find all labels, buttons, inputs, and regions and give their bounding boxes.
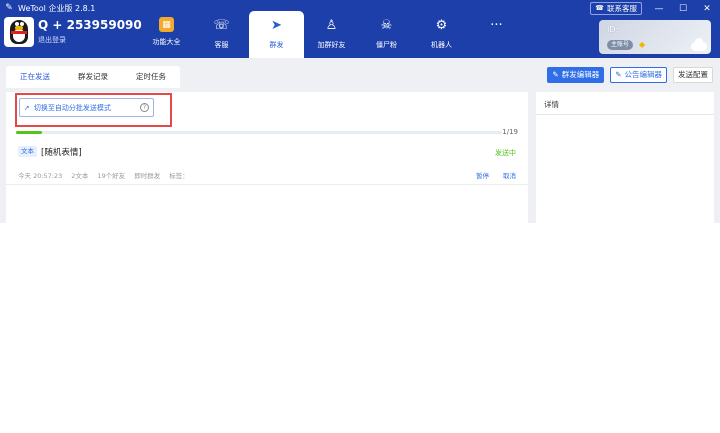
headset-icon: ☎: [595, 4, 604, 12]
detail-panel: 详情: [536, 92, 714, 223]
robot-icon: ⚙: [435, 18, 448, 33]
tab-bar: 正在发送 群发记录 定时任务: [6, 66, 180, 88]
account-name: Q + 253959090: [38, 18, 142, 32]
divider: [536, 114, 714, 115]
nav-item-mass-send[interactable]: ➤ 群发: [249, 11, 304, 58]
contact-support-button[interactable]: ☎ 联系客服: [590, 2, 642, 15]
nav-item-robot[interactable]: ⚙ 机器人: [414, 11, 469, 58]
edit-icon: ✎: [552, 70, 559, 79]
title-bar: ✎ WeTool 企业版 2.8.1: [4, 2, 95, 14]
meta-text-count: 2文本: [71, 172, 89, 180]
paper-plane-icon: ➤: [271, 18, 282, 33]
main-account-badge: 主账号: [607, 40, 634, 50]
wrench-icon: ✎: [5, 3, 13, 13]
detail-title: 详情: [544, 100, 559, 109]
content-area: 正在发送 群发记录 定时任务 ✎ 群发编辑器 ✎ 公告编辑器 发送配置 ➚ 切换…: [0, 58, 720, 223]
task-operations: 暂停 取消: [476, 170, 516, 180]
progress-text: 1/19: [502, 128, 518, 136]
id-label: ID:: [607, 25, 619, 34]
switch-batch-mode-button[interactable]: ➚ 切换至自动分批发送模式 ?: [19, 98, 154, 117]
nav-item-more[interactable]: ···: [469, 11, 524, 58]
sending-panel: ➚ 切换至自动分批发送模式 ? 1/19 文本 [随机表情] 发送中 今天 20…: [6, 92, 528, 223]
tab-scheduled-tasks[interactable]: 定时任务: [122, 66, 180, 88]
progress-bar: [16, 131, 502, 134]
message-meta: 今天 20:57:23 2文本 19个好友 即时群发 标签：: [18, 170, 189, 180]
send-config-button[interactable]: 发送配置: [673, 67, 713, 83]
skull-icon: ☠: [380, 18, 393, 33]
account-id-card: ID: 主账号 ◆: [599, 20, 711, 54]
close-button[interactable]: ✕: [700, 3, 714, 15]
tab-sending[interactable]: 正在发送: [6, 66, 64, 88]
divider: [6, 184, 528, 185]
grid-icon: ▦: [159, 17, 174, 32]
diamond-icon: ◆: [639, 40, 646, 49]
window-controls: ☎ 联系客服 — ☐ ✕: [590, 2, 714, 15]
meta-send-type: 即时群发: [134, 172, 161, 180]
action-toolbar: ✎ 群发编辑器 ✎ 公告编辑器 发送配置: [547, 67, 713, 83]
pause-link[interactable]: 暂停: [476, 170, 489, 180]
main-nav: ▦ 功能大全 ☏ 客服 ➤ 群发 ♙ 加群好友 ☠ 僵尸粉 ⚙ 机器人 ···: [139, 11, 524, 58]
nav-item-zombie-fans[interactable]: ☠ 僵尸粉: [359, 11, 414, 58]
add-user-icon: ♙: [325, 18, 338, 33]
switch-mode-label: 切换至自动分批发送模式: [33, 103, 111, 112]
meta-friend-count: 19个好友: [97, 172, 126, 180]
cloud-icon: [691, 38, 707, 51]
nav-item-add-friends[interactable]: ♙ 加群好友: [304, 11, 359, 58]
notice-editor-button[interactable]: ✎ 公告编辑器: [610, 67, 667, 83]
edit-icon: ✎: [615, 70, 622, 79]
meta-time: 今天 20:57:23: [18, 172, 63, 180]
progress-fill: [16, 131, 42, 134]
cancel-link[interactable]: 取消: [503, 170, 516, 180]
app-header: ✎ WeTool 企业版 2.8.1 ☎ 联系客服 — ☐ ✕ Q + 2539…: [0, 0, 720, 58]
help-icon[interactable]: ?: [140, 103, 149, 112]
headset-icon: ☏: [213, 18, 230, 33]
message-content: [随机表情]: [41, 148, 82, 158]
logout-link[interactable]: 退出登录: [38, 35, 66, 45]
tab-send-history[interactable]: 群发记录: [64, 66, 122, 88]
more-icon: ···: [490, 18, 503, 33]
support-label: 联系客服: [607, 4, 637, 13]
pin-icon: ➚: [24, 103, 30, 112]
nav-item-features[interactable]: ▦ 功能大全: [139, 11, 194, 58]
maximize-button[interactable]: ☐: [676, 3, 690, 15]
meta-tags: 标签：: [169, 172, 189, 180]
message-type-tag: 文本: [18, 146, 37, 157]
status-badge: 发送中: [495, 149, 516, 157]
nav-item-service[interactable]: ☏ 客服: [194, 11, 249, 58]
app-title: WeTool 企业版 2.8.1: [18, 3, 96, 13]
minimize-button[interactable]: —: [652, 3, 666, 15]
mass-editor-button[interactable]: ✎ 群发编辑器: [547, 67, 605, 83]
avatar[interactable]: [4, 17, 34, 47]
